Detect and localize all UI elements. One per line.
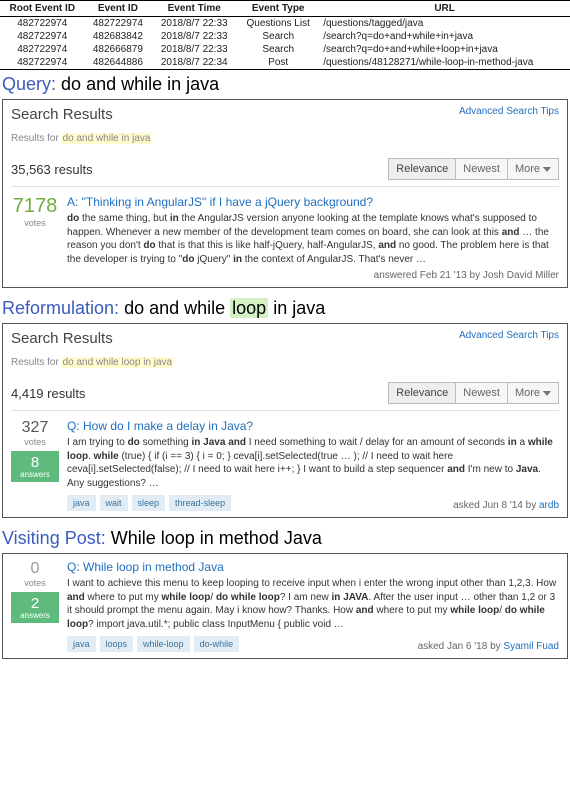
results-for-text: Results for do and while in java xyxy=(11,133,559,144)
tag[interactable]: java xyxy=(67,636,96,652)
answers-badge: 8 answers xyxy=(11,451,59,482)
result-title-link[interactable]: A: "Thinking in AngularJS" if I have a j… xyxy=(67,195,559,209)
tag-list: javaloopswhile-loopdo-while xyxy=(67,636,239,652)
sort-more-button[interactable]: More xyxy=(507,158,559,180)
author-link[interactable]: Josh David Miller xyxy=(483,270,559,281)
result-meta: asked Jan 6 '18 by Syamil Fuad xyxy=(418,641,559,652)
tag[interactable]: sleep xyxy=(132,495,166,511)
result-excerpt: I want to achieve this menu to keep loop… xyxy=(67,577,559,631)
event-table: Root Event ID Event ID Event Time Event … xyxy=(0,0,570,70)
sort-relevance-button[interactable]: Relevance xyxy=(388,382,456,404)
result-stats: 0 votes 2 answers xyxy=(11,560,59,652)
sort-group: Relevance Newest More xyxy=(389,158,559,180)
tag[interactable]: java xyxy=(67,495,96,511)
tag[interactable]: do-while xyxy=(194,636,240,652)
result-stats: 7178 votes xyxy=(11,195,59,281)
section-label-reformulation: Reformulation: do and while loop in java xyxy=(0,294,570,321)
event-table-header: Root Event ID Event ID Event Time Event … xyxy=(0,1,570,17)
sort-group: Relevance Newest More xyxy=(389,382,559,404)
sort-more-button[interactable]: More xyxy=(507,382,559,404)
answers-badge: 2 answers xyxy=(11,592,59,623)
sort-relevance-button[interactable]: Relevance xyxy=(388,158,456,180)
panel-query-results: Search Results Advanced Search Tips Resu… xyxy=(2,99,568,288)
search-results-heading: Search Results xyxy=(11,106,113,123)
tag[interactable]: while-loop xyxy=(137,636,190,652)
tag[interactable]: wait xyxy=(100,495,128,511)
result-meta: answered Feb 21 '13 by Josh David Miller xyxy=(67,270,559,281)
section-label-visiting: Visiting Post: While loop in method Java xyxy=(0,524,570,551)
result-title-link[interactable]: Q: While loop in method Java xyxy=(67,560,559,574)
advanced-search-tips-link[interactable]: Advanced Search Tips xyxy=(459,106,559,117)
author-link[interactable]: Syamil Fuad xyxy=(503,641,559,652)
search-results-heading: Search Results xyxy=(11,330,113,347)
sort-newest-button[interactable]: Newest xyxy=(455,158,508,180)
result-excerpt: I am trying to do something in Java and … xyxy=(67,436,559,490)
result-excerpt: do the same thing, but in the AngularJS … xyxy=(67,212,559,266)
table-row: 4827229744826668792018/8/7 22:33Search/s… xyxy=(0,43,570,56)
result-meta: asked Jun 8 '14 by ardb xyxy=(453,500,559,511)
chevron-down-icon xyxy=(543,167,551,172)
search-result: 7178 votes A: "Thinking in AngularJS" if… xyxy=(11,195,559,281)
panel-visiting-post: 0 votes 2 answers Q: While loop in metho… xyxy=(2,553,568,659)
chevron-down-icon xyxy=(543,391,551,396)
result-stats: 327 votes 8 answers xyxy=(11,419,59,511)
results-count: 4,419 results xyxy=(11,386,85,401)
results-for-text: Results for do and while loop in java xyxy=(11,357,559,368)
vote-count: 0 xyxy=(11,560,59,578)
vote-count: 7178 xyxy=(11,195,59,218)
table-row: 4827229744826448862018/8/7 22:34Post/que… xyxy=(0,56,570,70)
table-row: 4827229744826838422018/8/7 22:33Search/s… xyxy=(0,30,570,43)
advanced-search-tips-link[interactable]: Advanced Search Tips xyxy=(459,330,559,341)
panel-reformulation-results: Search Results Advanced Search Tips Resu… xyxy=(2,323,568,518)
search-result: 0 votes 2 answers Q: While loop in metho… xyxy=(11,560,559,652)
sort-newest-button[interactable]: Newest xyxy=(455,382,508,404)
search-result: 327 votes 8 answers Q: How do I make a d… xyxy=(11,419,559,511)
tag[interactable]: thread-sleep xyxy=(169,495,231,511)
section-label-query: Query: do and while in java xyxy=(0,70,570,97)
diff-highlight: loop xyxy=(230,298,268,318)
table-row: 4827229744827229742018/8/7 22:33Question… xyxy=(0,17,570,31)
vote-count: 327 xyxy=(11,419,59,437)
results-count: 35,563 results xyxy=(11,162,93,177)
tag-list: javawaitsleepthread-sleep xyxy=(67,495,231,511)
author-link[interactable]: ardb xyxy=(539,500,559,511)
result-title-link[interactable]: Q: How do I make a delay in Java? xyxy=(67,419,559,433)
tag[interactable]: loops xyxy=(100,636,134,652)
